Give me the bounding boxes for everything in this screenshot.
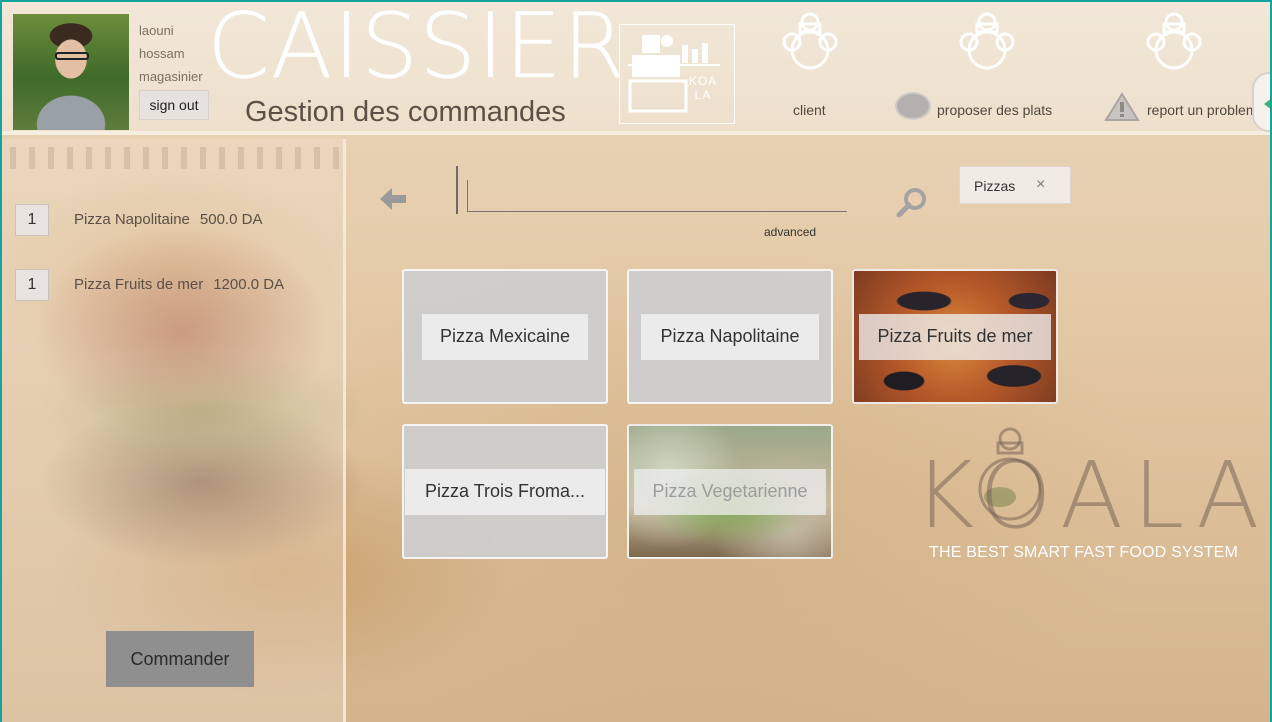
menu-tile[interactable]: Pizza Napolitaine [627,269,833,404]
filter-chip-label: Pizzas [974,178,1016,194]
avatar [13,14,129,130]
menu-tile-label: Pizza Fruits de mer [859,313,1051,360]
header: laouni hossam magasinier sign out CAISSI… [2,2,1270,135]
menu-tile-label: Pizza Mexicaine [422,313,588,360]
menu-tile[interactable]: Pizza Trois Froma... [402,424,608,559]
menu-tile-label: Pizza Trois Froma... [405,468,605,515]
brand-tagline: THE BEST SMART FAST FOOD SYSTEM [929,544,1239,561]
plate-icon[interactable] [895,92,931,120]
nav-client-label[interactable]: client [793,102,826,118]
chef-koala-icon [782,12,838,70]
close-icon[interactable]: × [1036,176,1045,194]
arrow-left-icon [1264,99,1270,109]
quantity-box[interactable]: 1 [15,269,49,301]
user-first-name: laouni [139,23,174,38]
user-last-name: hossam [139,46,185,61]
side-panel-toggle[interactable] [1252,72,1270,132]
menu-tile[interactable]: Pizza Fruits de mer [852,269,1058,404]
order-item-label: Pizza Napolitaine 500.0 DA [74,211,263,228]
nav-report-chef [1146,10,1202,77]
search-icon[interactable] [895,186,929,220]
nav-client[interactable] [782,10,838,77]
menu-tile[interactable]: Pizza Vegetarienne [627,424,833,559]
user-role: magasinier [139,69,203,84]
search-input[interactable] [467,180,847,212]
warning-icon[interactable] [1104,92,1140,122]
order-item-label: Pizza Fruits de mer 1200.0 DA [74,276,285,293]
advanced-search-link[interactable]: advanced [764,225,816,239]
app-window: laouni hossam magasinier sign out CAISSI… [0,0,1272,722]
chef-koala-icon [1146,12,1202,70]
chef-koala-icon [959,12,1015,70]
search-bar [456,166,848,214]
quantity-box[interactable]: 1 [15,204,49,236]
nav-report-label[interactable]: report un problem [1147,102,1258,118]
filter-chip: Pizzas × [959,166,1071,204]
sign-out-button[interactable]: sign out [139,90,209,120]
app-subtitle: Gestion des commandes [245,96,566,128]
menu-tile[interactable]: Pizza Mexicaine [402,269,608,404]
decorative-pattern [4,147,342,169]
cash-register-icon [628,35,720,113]
commander-button[interactable]: Commander [106,631,254,687]
logo-text: KOA LA [688,74,718,103]
nav-proposer-label[interactable]: proposer des plats [937,102,1052,118]
back-arrow-icon[interactable] [378,184,410,214]
menu-tile-label: Pizza Vegetarienne [634,468,826,515]
app-title: CAISSIER [207,0,627,99]
menu-tile-label: Pizza Napolitaine [641,313,819,360]
nav-proposer-chef [959,10,1015,77]
brand-name: KOALA [914,442,1270,549]
